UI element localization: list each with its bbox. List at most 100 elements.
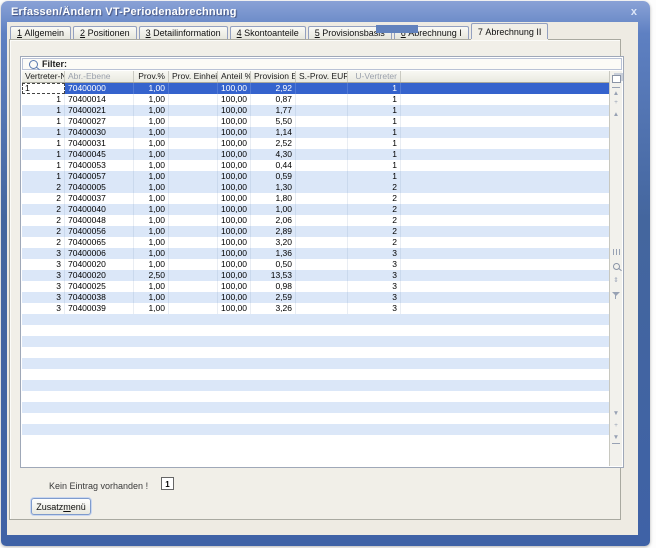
table-cell-anteil[interactable]: 100,00 [218,160,251,171]
table-cell-provision[interactable]: 0,59 [251,171,296,182]
table-cell-anteil[interactable]: 100,00 [218,193,251,204]
table-cell-einheiten[interactable] [169,270,218,281]
table-cell-provision[interactable]: 5,50 [251,116,296,127]
table-cell-vertreter[interactable]: 1 [22,149,65,160]
table-cell-ebene[interactable]: 70400048 [65,215,134,226]
table-cell-vertreter[interactable]: 3 [22,248,65,259]
table-cell-ebene[interactable]: 70400065 [65,237,134,248]
table-cell-uvertreter[interactable]: 3 [348,270,401,281]
table-row[interactable]: 2704000051,00100,001,302 [22,182,609,193]
table-cell-sprov[interactable] [296,94,348,105]
table-cell-ebene[interactable]: 70400056 [65,226,134,237]
table-cell-prov[interactable]: 1,00 [134,171,169,182]
table-cell-sprov[interactable] [296,215,348,226]
table-cell-sprov[interactable] [296,237,348,248]
table-cell-anteil[interactable]: 100,00 [218,270,251,281]
table-cell-einheiten[interactable] [169,116,218,127]
table-cell-sprov[interactable] [296,270,348,281]
table-row[interactable]: 1704000301,00100,001,141 [22,127,609,138]
table-cell-prov[interactable]: 1,00 [134,248,169,259]
filter-funnel-icon[interactable] [610,290,622,296]
table-cell-prov[interactable]: 1,00 [134,105,169,116]
table-cell-vertreter[interactable]: 3 [22,270,65,281]
column-header-4[interactable]: Anteil % [218,71,251,82]
tab-3[interactable]: 3 Detailinformation [139,26,228,39]
table-cell-einheiten[interactable] [169,171,218,182]
scroll-down-icon[interactable]: ▼ [610,409,622,418]
table-cell-sprov[interactable] [296,303,348,314]
table-cell-uvertreter[interactable]: 2 [348,215,401,226]
table-cell-ebene[interactable]: 70400020 [65,259,134,270]
table-cell-prov[interactable]: 1,00 [134,281,169,292]
table-cell-provision[interactable]: 2,52 [251,138,296,149]
table-cell-ebene[interactable]: 70400021 [65,105,134,116]
table-cell-ebene[interactable]: 70400006 [65,248,134,259]
scroll-up-icon[interactable]: ▲ [610,110,622,119]
table-cell-einheiten[interactable] [169,182,218,193]
table-cell-anteil[interactable]: 100,00 [218,259,251,270]
table-cell-anteil[interactable]: 100,00 [218,248,251,259]
tab-1[interactable]: 1 Allgemein [10,26,71,39]
scroll-drag-down-icon[interactable]: + [610,421,622,430]
table-cell-anteil[interactable]: 100,00 [218,182,251,193]
table-cell-vertreter[interactable]: 2 [22,182,65,193]
table-cell-sprov[interactable] [296,83,348,94]
table-cell-sprov[interactable] [296,292,348,303]
table-cell-anteil[interactable]: 100,00 [218,94,251,105]
table-cell-provision[interactable]: 1,77 [251,105,296,116]
table-cell-sprov[interactable] [296,193,348,204]
table-cell-vertreter[interactable]: 1 [22,83,65,94]
table-cell-sprov[interactable] [296,105,348,116]
table-cell-vertreter[interactable]: 2 [22,237,65,248]
table-cell-vertreter[interactable]: 2 [22,193,65,204]
table-cell-prov[interactable]: 1,00 [134,160,169,171]
table-cell-ebene[interactable]: 70400057 [65,171,134,182]
table-row[interactable]: 1704000311,00100,002,521 [22,138,609,149]
table-cell-prov[interactable]: 1,00 [134,127,169,138]
table-cell-uvertreter[interactable]: 2 [348,193,401,204]
table-cell-prov[interactable]: 1,00 [134,193,169,204]
column-header-3[interactable]: Prov. Einheiten [169,71,218,82]
table-cell-anteil[interactable]: 100,00 [218,226,251,237]
table-cell-vertreter[interactable]: 1 [22,138,65,149]
column-header-6[interactable]: S.-Prov. EUR [296,71,348,82]
table-cell-provision[interactable]: 2,89 [251,226,296,237]
scroll-bottom-icon[interactable]: ▼ [610,433,622,445]
table-cell-anteil[interactable]: 100,00 [218,127,251,138]
table-row[interactable]: 2704000371,00100,001,802 [22,193,609,204]
table-cell-prov[interactable]: 1,00 [134,226,169,237]
table-cell-sprov[interactable] [296,248,348,259]
table-cell-einheiten[interactable] [169,149,218,160]
table-cell-einheiten[interactable] [169,160,218,171]
table-cell-ebene[interactable]: 70400014 [65,94,134,105]
table-cell-einheiten[interactable] [169,138,218,149]
table-cell-einheiten[interactable] [169,204,218,215]
table-cell-uvertreter[interactable]: 2 [348,182,401,193]
table-row[interactable]: 3704000201,00100,000,503 [22,259,609,270]
table-cell-sprov[interactable] [296,138,348,149]
table-cell-prov[interactable]: 1,00 [134,182,169,193]
table-cell-prov[interactable]: 1,00 [134,94,169,105]
table-cell-uvertreter[interactable]: 3 [348,303,401,314]
table-cell-provision[interactable]: 0,44 [251,160,296,171]
table-cell-sprov[interactable] [296,204,348,215]
table-cell-prov[interactable]: 1,00 [134,138,169,149]
table-cell-sprov[interactable] [296,259,348,270]
table-cell-ebene[interactable]: 70400053 [65,160,134,171]
table-cell-provision[interactable]: 2,06 [251,215,296,226]
table-cell-anteil[interactable]: 100,00 [218,237,251,248]
column-header-1[interactable]: Abr.-Ebene [65,71,134,82]
table-cell-provision[interactable]: 4,30 [251,149,296,160]
table-cell-vertreter[interactable]: 2 [22,204,65,215]
table-cell-vertreter[interactable]: 3 [22,292,65,303]
table-cell-sprov[interactable] [296,149,348,160]
table-cell-uvertreter[interactable]: 1 [348,116,401,127]
table-row[interactable]: 1704000271,00100,005,501 [22,116,609,127]
table-cell-uvertreter[interactable]: 1 [348,149,401,160]
table-row[interactable]: 3704000381,00100,002,593 [22,292,609,303]
table-cell-uvertreter[interactable]: 3 [348,259,401,270]
table-cell-ebene[interactable]: 70400025 [65,281,134,292]
table-cell-uvertreter[interactable]: 3 [348,292,401,303]
scroll-top-icon[interactable]: ▲ [610,86,622,98]
table-cell-vertreter[interactable]: 3 [22,259,65,270]
